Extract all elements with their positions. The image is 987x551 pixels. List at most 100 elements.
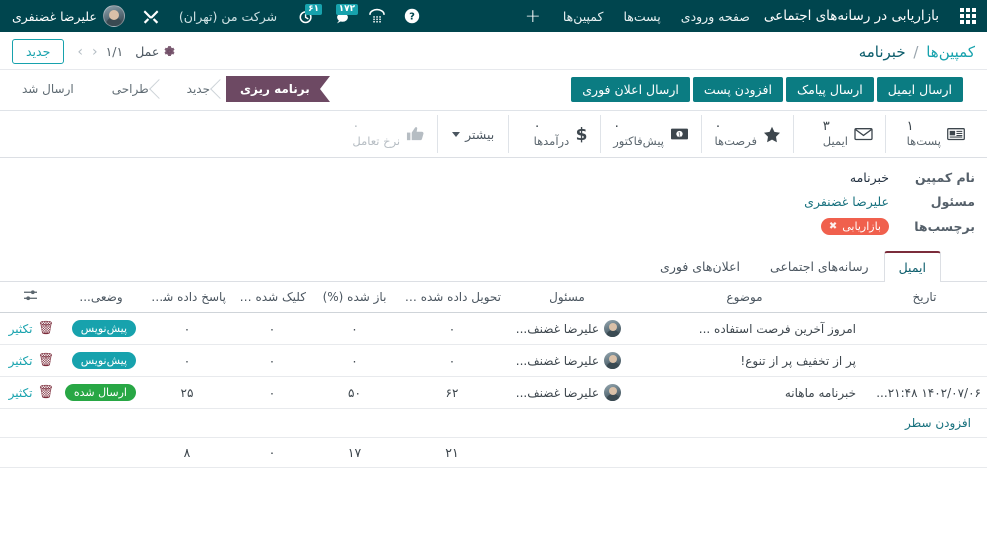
cell-responsible[interactable]: علیرضا غضنف... [507,377,627,409]
cell-date[interactable]: ۱۴۰۲/۰۷/۰۶ ۲۱:۴۸... [862,377,987,409]
new-button[interactable]: جدید [12,39,64,64]
cell-opened[interactable]: ۵۰ [312,377,397,409]
column-header-opened[interactable]: باز شده (%) [312,282,397,313]
new-shortcut-plus-icon[interactable]: + [513,7,553,26]
cell-subject[interactable]: امروز آخرین فرصت استفاده ... [627,313,862,345]
nav-item-landing-page[interactable]: صفحه ورودی [671,0,760,32]
stat-more-dropdown[interactable]: بیشتر [437,115,508,153]
duplicate-link[interactable]: تکثیر [9,354,33,368]
cell-delivered[interactable]: ۰ [397,313,507,345]
trash-icon[interactable]: 🗑 [37,354,54,367]
column-header-subject[interactable]: موضوع [627,282,862,313]
app-brand-title[interactable]: بازاریابی در رسانه‌های اجتماعی [760,8,949,24]
stat-button-opportunities[interactable]: ۰ فرصت‌ها [701,115,793,153]
stat-value-revenues: ۰ [534,120,541,135]
cell-replied[interactable]: ۲۵ [142,377,232,409]
nav-item-campaigns[interactable]: کمپین‌ها [553,0,614,32]
field-row-tags: برچسب‌ها بازاریابی ✖ [0,218,987,235]
cell-subject[interactable]: پر از تخفیف پر از تنوع! [627,345,862,377]
cell-status[interactable]: پیش‌نویس [60,313,142,345]
action-buttons-group: ارسال ایمیل ارسال پیامک افزودن پست ارسال… [571,77,975,102]
stat-button-quotations[interactable]: 1 ۰ پیش‌فاکتور [600,115,701,153]
total-replied: ۸ [142,438,232,468]
column-header-status[interactable]: وضعی... [60,282,142,313]
cell-responsible[interactable]: علیرضا غضنف... [507,345,627,377]
cell-status[interactable]: ارسال شده [60,377,142,409]
cell-replied[interactable]: ۰ [142,345,232,377]
column-options-icon[interactable] [23,289,38,305]
cell-delivered[interactable]: ۶۲ [397,377,507,409]
stat-button-posts[interactable]: ۱ پست‌ها [885,115,977,153]
table-row[interactable]: امروز آخرین فرصت استفاده ... علیرضا غضنف… [0,313,987,345]
breadcrumb-parent[interactable]: کمپین‌ها [926,43,975,61]
user-name: علیرضا غضنفری [12,9,97,24]
cell-opened[interactable]: ۰ [312,313,397,345]
column-header-responsible[interactable]: مسئول [507,282,627,313]
action-menu-button[interactable]: عمل [135,44,176,59]
send-push-notification-button[interactable]: ارسال اعلان فوری [571,77,690,102]
tag-chip-label: بازاریابی [842,220,881,233]
campaign-name-input[interactable]: خبرنامه [850,170,889,185]
duplicate-link[interactable]: تکثیر [9,322,33,336]
dialpad-icon[interactable] [359,0,395,32]
column-header-clicked[interactable]: کلیک شده (... [232,282,312,313]
tools-icon[interactable] [133,0,169,32]
tag-chip-marketing[interactable]: بازاریابی ✖ [821,218,889,235]
cell-clicked[interactable]: ۰ [232,345,312,377]
send-email-button[interactable]: ارسال ایمیل [877,77,963,102]
user-menu[interactable]: علیرضا غضنفری [8,5,133,27]
total-cell-subject [627,438,862,468]
cell-date[interactable] [862,345,987,377]
help-icon[interactable]: ? [395,0,429,32]
cell-delivered[interactable]: ۰ [397,345,507,377]
column-header-date[interactable]: تاریخ [862,282,987,313]
duplicate-link[interactable]: تکثیر [9,386,33,400]
control-panel-left: عمل ۱/۱ ‹ › جدید [12,39,176,64]
cell-replied[interactable]: ۰ [142,313,232,345]
cell-clicked[interactable]: ۰ [232,313,312,345]
send-sms-button[interactable]: ارسال پیامک [786,77,874,102]
stat-button-emails[interactable]: ۳ ایمیل [793,115,885,153]
pager-previous-icon[interactable]: › [76,44,84,60]
close-icon[interactable]: ✖ [829,221,837,232]
cell-opened[interactable]: ۰ [312,345,397,377]
stat-button-revenues[interactable]: $ ۰ درآمدها [508,115,600,153]
stat-button-engagement-rate[interactable]: ۰ نرخ تعامل [340,115,437,153]
tags-input[interactable]: بازاریابی ✖ [821,218,889,235]
messages-icon[interactable]: ۱۷۲ [323,0,359,32]
tab-push-notifications[interactable]: اعلان‌های فوری [645,251,755,282]
trash-icon[interactable]: 🗑 [37,386,54,399]
add-post-button[interactable]: افزودن پست [693,77,783,102]
svg-text:1: 1 [678,133,682,139]
add-line-link[interactable]: افزودن سطر [895,409,981,438]
tab-social-media[interactable]: رسانه‌های اجتماعی [755,251,884,282]
responsible-input[interactable]: علیرضا غضنفری [804,194,889,209]
table-row[interactable]: ۱۴۰۲/۰۷/۰۶ ۲۱:۴۸... خبرنامه ماهانه علیرض… [0,377,987,409]
cell-responsible[interactable]: علیرضا غضنف... [507,313,627,345]
cell-clicked[interactable]: ۰ [232,377,312,409]
total-clicked: ۰ [232,438,312,468]
stat-text-engagement-rate: ۰ نرخ تعامل [352,120,400,148]
company-switcher[interactable]: شرکت من (تهران) [169,9,287,24]
column-header-replied[interactable]: پاسخ داده شده (... [142,282,232,313]
tab-email[interactable]: ایمیل [884,251,941,282]
pager-next-icon[interactable]: ‹ [91,44,99,60]
total-cell-responsible [507,438,627,468]
stage-new[interactable]: جدید [165,76,226,102]
cell-status[interactable]: پیش‌نویس [60,345,142,377]
trash-icon[interactable]: 🗑 [37,322,54,335]
control-panel: کمپین‌ها / خبرنامه عمل ۱/۱ ‹ › جدید [0,32,987,70]
nav-item-posts[interactable]: پست‌ها [613,0,670,32]
stage-sent[interactable]: ارسال شد [0,76,90,102]
column-header-delivered[interactable]: تحویل داده شده (... [397,282,507,313]
cell-row-actions: 🗑 تکثیر [0,345,60,377]
activities-icon[interactable]: ۶۱ [287,0,323,32]
cell-date[interactable] [862,313,987,345]
stage-planned[interactable]: برنامه ریزی [226,76,330,102]
apps-grid-icon[interactable] [957,5,979,27]
svg-text:?: ? [409,12,415,23]
cell-subject[interactable]: خبرنامه ماهانه [627,377,862,409]
stat-label-engagement-rate: نرخ تعامل [352,135,400,148]
table-row[interactable]: پر از تخفیف پر از تنوع! علیرضا غضنف... ۰… [0,345,987,377]
stage-design[interactable]: طراحی [90,76,165,102]
